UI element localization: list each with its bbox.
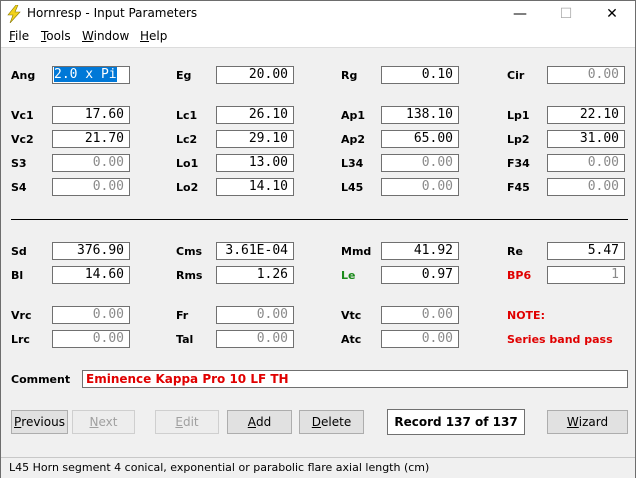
sd-field[interactable]: 376.90 (52, 242, 130, 260)
rms-label: Rms (176, 269, 203, 282)
add-button[interactable]: Add (227, 410, 292, 434)
tal-label: Tal (176, 333, 194, 346)
bp6-label[interactable]: BP6 (507, 269, 531, 282)
edit-button[interactable]: Edit (155, 410, 219, 434)
bl-label: Bl (11, 269, 24, 282)
menu-divider (1, 47, 635, 48)
menu-file[interactable]: File (9, 29, 29, 43)
s3-field[interactable]: 0.00 (52, 154, 130, 172)
status-text: L45 Horn segment 4 conical, exponential … (9, 461, 430, 474)
l45-field[interactable]: 0.00 (381, 178, 459, 196)
tal-field[interactable]: 0.00 (216, 330, 294, 348)
ap1-field[interactable]: 138.10 (381, 106, 459, 124)
lc2-label: Lc2 (176, 133, 198, 146)
re-field[interactable]: 5.47 (547, 242, 625, 260)
next-button[interactable]: Next (72, 410, 135, 434)
bl-field[interactable]: 14.60 (52, 266, 130, 284)
vrc-field[interactable]: 0.00 (52, 306, 130, 324)
vc1-label: Vc1 (11, 109, 34, 122)
le-field[interactable]: 0.97 (381, 266, 459, 284)
lc2-field[interactable]: 29.10 (216, 130, 294, 148)
vc2-label: Vc2 (11, 133, 34, 146)
menu-help[interactable]: Help (140, 29, 167, 43)
fr-label: Fr (176, 309, 189, 322)
cir-label: Cir (507, 69, 525, 82)
minimize-button[interactable]: — (497, 1, 543, 27)
delete-button[interactable]: Delete (299, 410, 364, 434)
f34-field[interactable]: 0.00 (547, 154, 625, 172)
previous-button[interactable]: Previous (11, 410, 68, 434)
comment-field[interactable]: Eminence Kappa Pro 10 LF TH (82, 370, 628, 388)
mmd-field[interactable]: 41.92 (381, 242, 459, 260)
vc2-field[interactable]: 21.70 (52, 130, 130, 148)
lrc-field[interactable]: 0.00 (52, 330, 130, 348)
l45-label: L45 (341, 181, 364, 194)
close-button[interactable]: ✕ (589, 1, 635, 27)
menu-bar: File Tools Window Help (1, 27, 635, 47)
f34-label: F34 (507, 157, 530, 170)
section-divider (11, 219, 628, 220)
hornresp-window: Hornresp - Input Parameters — ☐ ✕ File T… (0, 0, 636, 478)
status-bar: L45 Horn segment 4 conical, exponential … (1, 457, 635, 478)
vtc-label: Vtc (341, 309, 362, 322)
note-title: NOTE: (507, 309, 545, 322)
cms-field[interactable]: 3.61E-04 (216, 242, 294, 260)
note-text: Series band pass (507, 333, 613, 346)
lo1-label: Lo1 (176, 157, 199, 170)
ap2-field[interactable]: 65.00 (381, 130, 459, 148)
lo1-field[interactable]: 13.00 (216, 154, 294, 172)
comment-label: Comment (11, 373, 71, 386)
vc1-field[interactable]: 17.60 (52, 106, 130, 124)
rg-field[interactable]: 0.10 (381, 66, 459, 84)
atc-field[interactable]: 0.00 (381, 330, 459, 348)
cms-label: Cms (176, 245, 203, 258)
s4-label: S4 (11, 181, 27, 194)
eg-label: Eg (176, 69, 192, 82)
window-title: Hornresp - Input Parameters (27, 6, 198, 20)
vtc-field[interactable]: 0.00 (381, 306, 459, 324)
re-label: Re (507, 245, 523, 258)
mmd-label: Mmd (341, 245, 372, 258)
atc-label: Atc (341, 333, 362, 346)
s4-field[interactable]: 0.00 (52, 178, 130, 196)
lc1-label: Lc1 (176, 109, 198, 122)
ap1-label: Ap1 (341, 109, 366, 122)
lo2-label: Lo2 (176, 181, 199, 194)
record-indicator: Record 137 of 137 (387, 409, 525, 435)
rms-field[interactable]: 1.26 (216, 266, 294, 284)
l34-label: L34 (341, 157, 364, 170)
lp2-label: Lp2 (507, 133, 530, 146)
lrc-label: Lrc (11, 333, 30, 346)
lo2-field[interactable]: 14.10 (216, 178, 294, 196)
maximize-button[interactable]: ☐ (543, 1, 589, 27)
lightning-bolt-icon (7, 5, 21, 23)
fr-field[interactable]: 0.00 (216, 306, 294, 324)
lc1-field[interactable]: 26.10 (216, 106, 294, 124)
vrc-label: Vrc (11, 309, 32, 322)
wizard-button[interactable]: Wizard (547, 410, 628, 434)
cir-field[interactable]: 0.00 (547, 66, 625, 84)
ang-label: Ang (11, 69, 36, 82)
lp2-field[interactable]: 31.00 (547, 130, 625, 148)
ang-field[interactable]: 2.0 x Pi (52, 66, 130, 84)
ap2-label: Ap2 (341, 133, 366, 146)
f45-label: F45 (507, 181, 530, 194)
lp1-label: Lp1 (507, 109, 530, 122)
sd-label: Sd (11, 245, 27, 258)
rg-label: Rg (341, 69, 358, 82)
menu-tools[interactable]: Tools (41, 29, 71, 43)
menu-window[interactable]: Window (82, 29, 129, 43)
lp1-field[interactable]: 22.10 (547, 106, 625, 124)
eg-field[interactable]: 20.00 (216, 66, 294, 84)
s3-label: S3 (11, 157, 27, 170)
title-bar[interactable]: Hornresp - Input Parameters — ☐ ✕ (1, 1, 635, 27)
bp6-field[interactable]: 1 (547, 266, 625, 284)
f45-field[interactable]: 0.00 (547, 178, 625, 196)
l34-field[interactable]: 0.00 (381, 154, 459, 172)
le-label[interactable]: Le (341, 269, 355, 282)
